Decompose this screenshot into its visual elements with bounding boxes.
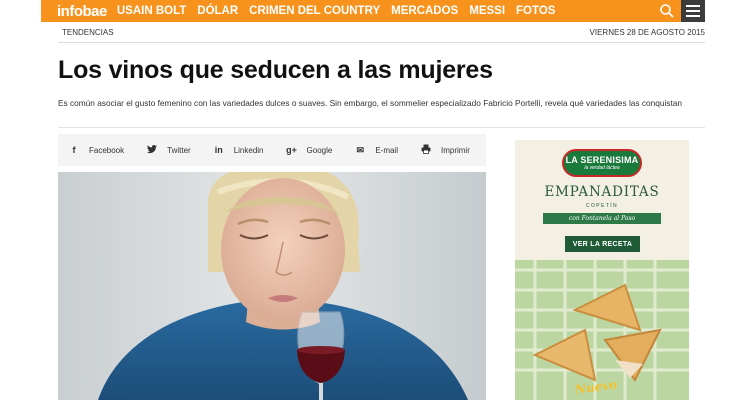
- search-icon[interactable]: [659, 3, 675, 19]
- nav-link-fotos[interactable]: FOTOS: [516, 5, 555, 17]
- nav-link-messi[interactable]: MESSI: [469, 5, 505, 17]
- ad-heading: EMPANADITAS: [544, 184, 660, 200]
- ad-brand-tagline: la verdad láctea: [584, 165, 620, 171]
- nav-link-usain-bolt[interactable]: USAIN BOLT: [117, 5, 186, 17]
- share-label: Facebook: [89, 145, 125, 155]
- page: infobae USAIN BOLT DÓLAR CRIMEN DEL COUN…: [0, 0, 750, 400]
- section-label[interactable]: TENDENCIAS: [58, 28, 114, 37]
- infobae-logo[interactable]: infobae: [41, 3, 107, 20]
- article-hero-photo[interactable]: [58, 172, 486, 400]
- ad-brand-name: LA SERENISIMA: [565, 155, 639, 165]
- share-label: Google: [306, 145, 333, 155]
- share-label: Twitter: [167, 145, 191, 155]
- ad-ribbon: con Fontanela al Paso: [543, 213, 661, 224]
- google-plus-icon: g+: [286, 145, 297, 155]
- top-nav-bar: infobae USAIN BOLT DÓLAR CRIMEN DEL COUN…: [41, 0, 705, 22]
- share-print-button[interactable]: Imprimir: [420, 144, 470, 156]
- la-serenisima-logo: LA SERENISIMA la verdad láctea: [562, 149, 642, 177]
- divider: [58, 127, 705, 128]
- ver-la-receta-button[interactable]: VER LA RECETA: [565, 236, 640, 252]
- share-linkedin-button[interactable]: in Linkedin: [213, 145, 264, 155]
- hamburger-menu-icon[interactable]: [681, 0, 705, 22]
- article-meta-row: TENDENCIAS VIERNES 28 DE AGOSTO 2015: [58, 23, 705, 43]
- share-twitter-button[interactable]: Twitter: [146, 144, 191, 156]
- email-icon: ✉: [356, 144, 365, 155]
- share-email-button[interactable]: ✉ E-mail: [354, 145, 398, 156]
- nav-link-crimen-del-country[interactable]: CRIMEN DEL COUNTRY: [249, 5, 380, 17]
- nav-link-dolar[interactable]: DÓLAR: [197, 5, 238, 17]
- ad-subheading: COPETÍN: [585, 203, 619, 209]
- share-bar: f Facebook Twitter in Linkedin g+ Google…: [58, 134, 486, 166]
- share-google-button[interactable]: g+ Google: [286, 145, 333, 155]
- share-label: Imprimir: [440, 145, 470, 155]
- article-subtitle: Es común asociar el gusto femenino con l…: [58, 98, 682, 108]
- article-date: VIERNES 28 DE AGOSTO 2015: [589, 28, 705, 37]
- share-label: E-mail: [375, 145, 398, 155]
- article-title: Los vinos que seducen a las mujeres: [58, 56, 493, 84]
- linkedin-icon: in: [214, 145, 223, 155]
- facebook-icon: f: [72, 145, 76, 155]
- nav-link-mercados[interactable]: MERCADOS: [391, 5, 458, 17]
- share-label: Linkedin: [233, 145, 264, 155]
- advertisement-banner[interactable]: LA SERENISIMA la verdad láctea EMPANADIT…: [515, 140, 689, 400]
- twitter-icon: [146, 144, 158, 156]
- share-facebook-button[interactable]: f Facebook: [68, 145, 125, 155]
- print-icon: [420, 144, 432, 156]
